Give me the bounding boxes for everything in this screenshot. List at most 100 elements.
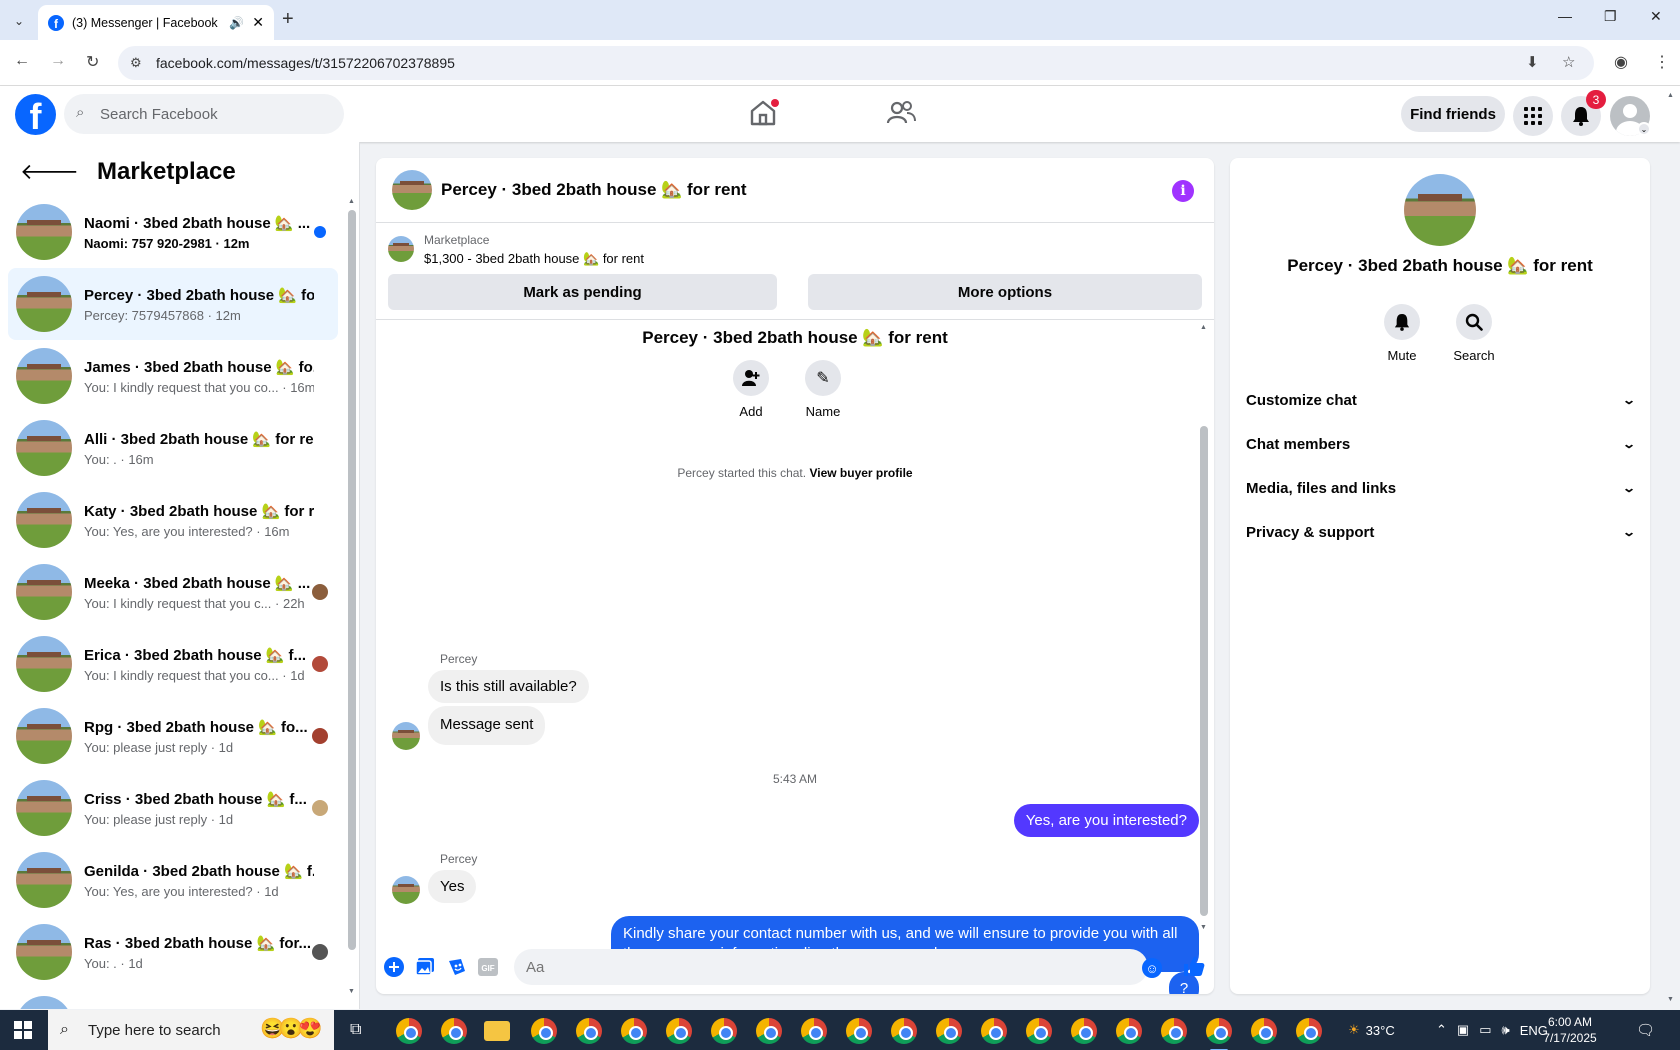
thread-scroll-thumb[interactable] bbox=[1200, 426, 1208, 916]
file-explorer-icon[interactable] bbox=[484, 1021, 510, 1041]
listing-thumbnail[interactable] bbox=[388, 236, 414, 262]
gif-icon[interactable]: GIF bbox=[477, 956, 499, 978]
chat-avatar[interactable] bbox=[392, 170, 432, 210]
chrome-taskbar-icon[interactable] bbox=[711, 1018, 737, 1044]
conversation-item[interactable]: Percey · 3bed 2bath house 🏡 fo... Percey:… bbox=[8, 268, 338, 340]
chrome-taskbar-icon[interactable] bbox=[531, 1018, 557, 1044]
bookmark-star-icon[interactable]: ☆ bbox=[1562, 53, 1575, 71]
tab-search-icon[interactable]: ⌄ bbox=[6, 8, 32, 34]
conversation-item[interactable]: James · 3bed 2bath house 🏡 fo... You: I k… bbox=[8, 340, 338, 412]
forward-icon[interactable]: → bbox=[50, 52, 66, 70]
photo-icon[interactable] bbox=[414, 956, 436, 978]
conversation-item[interactable]: Erica · 3bed 2bath house 🏡 f... You: I ki… bbox=[8, 628, 338, 700]
incoming-message[interactable]: Is this still available? bbox=[428, 670, 589, 703]
conversation-item[interactable]: Genilda · 3bed 2bath house 🏡 f... You: Ye… bbox=[8, 844, 338, 916]
restore-icon[interactable]: ❐ bbox=[1604, 8, 1617, 25]
info-icon[interactable]: i bbox=[1172, 180, 1194, 202]
scroll-down-icon[interactable]: ▼ bbox=[1200, 924, 1207, 931]
friends-icon[interactable] bbox=[886, 98, 916, 128]
message-input[interactable] bbox=[514, 949, 1148, 985]
chrome-taskbar-icon[interactable] bbox=[396, 1018, 422, 1044]
reload-icon[interactable]: ↻ bbox=[86, 52, 99, 72]
chat-profile-avatar[interactable] bbox=[1404, 174, 1476, 246]
chrome-taskbar-icon[interactable] bbox=[981, 1018, 1007, 1044]
menu-grid-icon[interactable] bbox=[1513, 96, 1553, 136]
chrome-taskbar-icon[interactable] bbox=[1206, 1018, 1232, 1050]
add-person-button[interactable]: Add bbox=[721, 360, 781, 419]
taskbar-clock[interactable]: 6:00 AM 7/17/2025 bbox=[1532, 1014, 1608, 1046]
emoji-icon[interactable]: ☺ bbox=[1142, 958, 1162, 978]
chat-title[interactable]: Percey · 3bed 2bath house 🏡 for rent bbox=[441, 180, 747, 200]
sender-avatar[interactable] bbox=[392, 722, 420, 750]
back-icon[interactable]: ← bbox=[14, 52, 30, 70]
chrome-taskbar-icon[interactable] bbox=[621, 1018, 647, 1044]
media-files-links-section[interactable]: Media, files and links ⌄ bbox=[1246, 468, 1636, 508]
taskbar-search-input[interactable]: ⌕ Type here to search 😆😮😍 bbox=[48, 1010, 334, 1050]
chrome-taskbar-icon[interactable] bbox=[666, 1018, 692, 1044]
browser-tab-messenger[interactable]: f (3) Messenger | Facebook 🔊 ✕ bbox=[38, 5, 274, 40]
chrome-taskbar-icon[interactable] bbox=[1251, 1018, 1277, 1044]
plus-icon[interactable] bbox=[383, 956, 405, 978]
chrome-taskbar-icon[interactable] bbox=[1296, 1018, 1322, 1044]
task-view-icon[interactable]: ⧉ bbox=[350, 1021, 361, 1039]
site-info-icon[interactable]: ⚙ bbox=[130, 55, 142, 71]
chrome-taskbar-icon[interactable] bbox=[801, 1018, 827, 1044]
conversation-item[interactable]: Criss · 3bed 2bath house 🏡 f... You: plea… bbox=[8, 772, 338, 844]
conversation-item[interactable]: Ras · 3bed 2bath house 🏡 for... You: . · … bbox=[8, 916, 338, 988]
conversation-item[interactable]: Alli · 3bed 2bath house 🏡 for re... You: … bbox=[8, 412, 338, 484]
incoming-message[interactable]: Message sent bbox=[428, 706, 546, 745]
network-icon[interactable]: ▭ bbox=[1479, 1022, 1491, 1038]
sidebar-scroll-thumb[interactable] bbox=[348, 210, 356, 950]
conversation-item[interactable]: Tevin · 3bed 2bath house 🏡 for bbox=[8, 988, 338, 1009]
chrome-taskbar-icon[interactable] bbox=[936, 1018, 962, 1044]
speaker-icon[interactable]: 🔊 bbox=[229, 16, 244, 30]
facebook-search-input[interactable]: ⌕ Search Facebook bbox=[64, 94, 344, 134]
chrome-taskbar-icon[interactable] bbox=[1161, 1018, 1187, 1044]
customize-chat-section[interactable]: Customize chat ⌄ bbox=[1246, 380, 1636, 420]
view-buyer-profile-link[interactable]: View buyer profile bbox=[809, 466, 912, 480]
chrome-taskbar-icon[interactable] bbox=[1026, 1018, 1052, 1044]
volume-icon[interactable]: 🕪 bbox=[1502, 1022, 1510, 1038]
name-chat-button[interactable]: ✎ Name bbox=[793, 360, 853, 419]
chrome-taskbar-icon[interactable] bbox=[1071, 1018, 1097, 1044]
url-bar[interactable]: ⚙ facebook.com/messages/t/31572206702378… bbox=[118, 46, 1594, 80]
scroll-up-icon[interactable]: ▲ bbox=[1667, 92, 1674, 99]
install-icon[interactable]: ⬇ bbox=[1526, 53, 1539, 71]
mark-as-pending-button[interactable]: Mark as pending bbox=[388, 274, 777, 310]
conversation-item[interactable]: Naomi · 3bed 2bath house 🏡 ... Naomi: 757… bbox=[8, 196, 338, 268]
chrome-menu-icon[interactable]: ⋮ bbox=[1654, 52, 1670, 72]
close-window-icon[interactable]: ✕ bbox=[1650, 8, 1662, 25]
chat-members-section[interactable]: Chat members ⌄ bbox=[1246, 424, 1636, 464]
account-chevron-icon[interactable]: ⌄ bbox=[1637, 122, 1651, 136]
page-scrollbar[interactable]: ▲ ▼ bbox=[1666, 92, 1676, 1010]
sender-avatar[interactable] bbox=[392, 876, 420, 904]
chrome-taskbar-icon[interactable] bbox=[441, 1018, 467, 1044]
facebook-logo-icon[interactable]: f bbox=[15, 94, 56, 135]
conversation-item[interactable]: Rpg · 3bed 2bath house 🏡 fo... You: pleas… bbox=[8, 700, 338, 772]
find-friends-button[interactable]: Find friends bbox=[1401, 96, 1505, 132]
conversation-item[interactable]: Katy · 3bed 2bath house 🏡 for r... You: Y… bbox=[8, 484, 338, 556]
scroll-down-icon[interactable]: ▼ bbox=[348, 988, 355, 995]
privacy-support-section[interactable]: Privacy & support ⌄ bbox=[1246, 512, 1636, 552]
scroll-up-icon[interactable]: ▲ bbox=[1200, 324, 1207, 331]
tray-chevron-icon[interactable]: ⌃ bbox=[1436, 1022, 1447, 1038]
chrome-taskbar-icon[interactable] bbox=[846, 1018, 872, 1044]
scroll-up-icon[interactable]: ▲ bbox=[348, 198, 355, 205]
outgoing-message[interactable]: Yes, are you interested? bbox=[1013, 804, 1199, 837]
windows-start-icon[interactable] bbox=[14, 1021, 32, 1039]
close-tab-icon[interactable]: ✕ bbox=[252, 14, 264, 31]
mute-button[interactable]: Mute bbox=[1367, 304, 1437, 363]
sidebar-scrollbar[interactable]: ▲ ▼ bbox=[348, 198, 356, 998]
notification-center-icon[interactable]: 🗨 bbox=[1636, 1021, 1655, 1039]
thumbs-up-icon[interactable] bbox=[1182, 954, 1206, 984]
incoming-message[interactable]: Yes bbox=[428, 870, 477, 903]
sticker-icon[interactable] bbox=[446, 956, 468, 978]
weather-widget[interactable]: ☀ 33°C bbox=[1348, 1010, 1395, 1050]
chrome-taskbar-icon[interactable] bbox=[756, 1018, 782, 1044]
search-in-chat-button[interactable]: Search bbox=[1439, 304, 1509, 363]
chrome-taskbar-icon[interactable] bbox=[1116, 1018, 1142, 1044]
chrome-taskbar-icon[interactable] bbox=[891, 1018, 917, 1044]
tray-device-icon[interactable]: ▣ bbox=[1457, 1022, 1469, 1038]
conversation-item[interactable]: Meeka · 3bed 2bath house 🏡 ... You: I kin… bbox=[8, 556, 338, 628]
profile-icon[interactable]: ◉ bbox=[1614, 52, 1628, 72]
